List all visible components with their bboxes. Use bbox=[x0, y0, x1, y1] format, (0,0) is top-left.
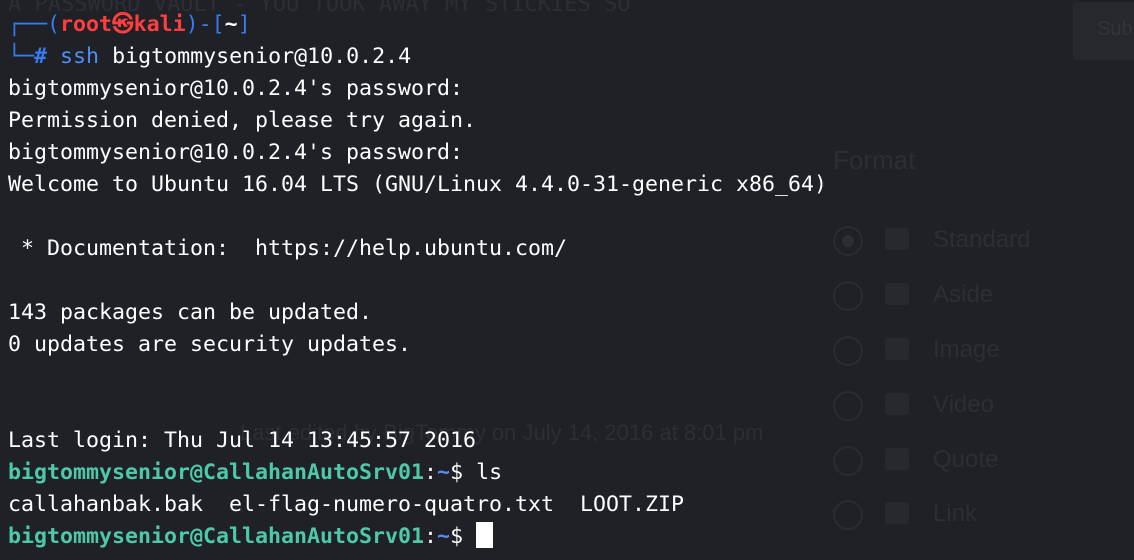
terminal-output: ┌──(root㉿kali)-[~] └─# ssh bigtommysenio… bbox=[8, 9, 827, 553]
remote-dollar: $ bbox=[450, 460, 464, 485]
remote-command: ls bbox=[463, 460, 503, 485]
output-line: 143 packages can be updated. bbox=[8, 300, 373, 325]
output-line: bigtommysenior@10.0.2.4's password: bbox=[8, 76, 464, 101]
prompt-frame-mid: )-[ bbox=[185, 12, 225, 37]
background-format-label: Standard bbox=[933, 226, 1031, 253]
remote-path: ~ bbox=[437, 460, 451, 485]
remote-prompt-line: bigtommysenior@CallahanAutoSrv01:~$ ls bbox=[8, 460, 503, 485]
link-icon bbox=[885, 502, 909, 524]
remote-user-host: bigtommysenior@CallahanAutoSrv01 bbox=[8, 460, 425, 485]
prompt-hash: # bbox=[34, 44, 48, 69]
radio-icon bbox=[833, 500, 863, 530]
background-format-label: Aside bbox=[933, 281, 994, 308]
background-submit-label: Sub bbox=[1097, 18, 1133, 40]
video-icon bbox=[885, 393, 909, 415]
background-format-heading: Format bbox=[833, 145, 916, 175]
background-format-label: Quote bbox=[933, 446, 999, 473]
remote-dollar: $ bbox=[450, 524, 464, 549]
output-line: Permission denied, please try again. bbox=[8, 108, 477, 133]
ls-output-line: callahanbak.bak el-flag-numero-quatro.tx… bbox=[8, 492, 685, 517]
radio-icon bbox=[833, 281, 863, 311]
remote-path: ~ bbox=[437, 524, 451, 549]
output-line: * Documentation: https://help.ubuntu.com… bbox=[8, 236, 568, 261]
background-format-label: Image bbox=[933, 336, 1000, 363]
remote-user-host: bigtommysenior@CallahanAutoSrv01 bbox=[8, 524, 425, 549]
text-cursor[interactable] bbox=[476, 522, 494, 548]
radio-selected-icon bbox=[833, 226, 863, 256]
aside-icon bbox=[885, 283, 909, 305]
remote-prompt-line-active[interactable]: bigtommysenior@CallahanAutoSrv01:~$ bbox=[8, 521, 827, 553]
background-format-label: Video bbox=[933, 391, 994, 418]
image-icon bbox=[885, 338, 909, 360]
command-word: ssh bbox=[60, 44, 100, 69]
prompt-frame-end: ] bbox=[237, 12, 251, 37]
output-line: Last login: Thu Jul 14 13:45:57 2016 bbox=[8, 428, 477, 453]
prompt-cwd: ~ bbox=[224, 12, 238, 37]
kali-at-icon: ㉿ bbox=[112, 12, 134, 37]
radio-icon bbox=[833, 446, 863, 476]
prompt-host: kali bbox=[133, 12, 186, 37]
command-args: bigtommysenior@10.0.2.4 bbox=[99, 44, 412, 69]
terminal-window[interactable]: A PASSWORD VAULT - YOU TOOK AWAY MY STIC… bbox=[0, 0, 1134, 560]
output-line: bigtommysenior@10.0.2.4's password: bbox=[8, 140, 464, 165]
prompt-line-1: ┌──(root㉿kali)-[~] bbox=[8, 9, 827, 41]
output-line: Welcome to Ubuntu 16.04 LTS (GNU/Linux 4… bbox=[8, 172, 828, 197]
background-format-label: Link bbox=[933, 500, 978, 527]
radio-icon bbox=[833, 391, 863, 421]
prompt-frame-bottom: └─ bbox=[8, 44, 35, 69]
prompt-line-2: └─# ssh bigtommysenior@10.0.2.4 bbox=[8, 41, 827, 73]
output-line: 0 updates are security updates. bbox=[8, 332, 412, 357]
prompt-frame-top: ┌──( bbox=[8, 12, 61, 37]
quote-icon bbox=[885, 448, 909, 470]
prompt-user: root bbox=[60, 12, 113, 37]
background-submit-button: Sub bbox=[1073, 2, 1134, 60]
radio-icon bbox=[833, 336, 863, 366]
pin-icon bbox=[885, 228, 909, 250]
